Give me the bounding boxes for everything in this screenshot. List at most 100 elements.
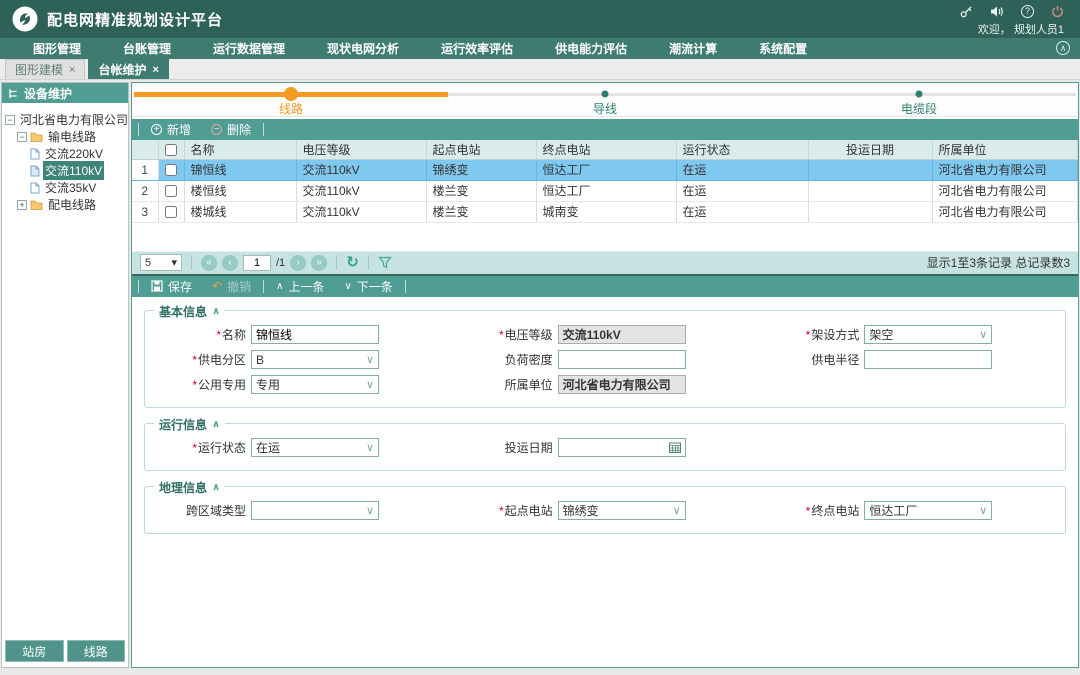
required-mark: * bbox=[192, 441, 197, 455]
save-button[interactable]: 保存 bbox=[141, 276, 202, 297]
field-erection: *架设方式 架空 ∨ bbox=[758, 325, 1065, 345]
table-row[interactable]: 3 楼城线 交流110kV 楼兰变 城南变 在运 河北省电力有限公司 bbox=[132, 201, 1078, 222]
field-load-density: 负荷密度 bbox=[452, 350, 759, 370]
col-name[interactable]: 名称 bbox=[184, 140, 296, 159]
tab-graphic-modeling[interactable]: 图形建模 × bbox=[5, 59, 85, 79]
collapse-section-icon[interactable]: ∧ bbox=[212, 306, 220, 317]
col-end-station[interactable]: 终点电站 bbox=[536, 140, 676, 159]
required-mark: * bbox=[499, 328, 504, 342]
col-org[interactable]: 所属单位 bbox=[932, 140, 1078, 159]
tab-ledger-maintenance[interactable]: 台帐维护 × bbox=[88, 59, 168, 79]
name-input[interactable] bbox=[251, 325, 379, 344]
required-mark: * bbox=[806, 504, 811, 518]
add-button[interactable]: + 新增 bbox=[141, 119, 201, 140]
close-icon[interactable]: × bbox=[69, 64, 75, 76]
chevron-down-icon: ∨ bbox=[673, 504, 681, 517]
collapse-section-icon[interactable]: ∧ bbox=[212, 419, 220, 430]
collapse-node-icon[interactable]: − bbox=[5, 115, 15, 125]
menu-item-ledger-mgmt[interactable]: 台账管理 bbox=[102, 40, 192, 57]
step-dot bbox=[284, 87, 298, 101]
key-icon[interactable] bbox=[960, 5, 973, 18]
tree-node-distribution-lines[interactable]: + 配电线路 bbox=[5, 196, 125, 213]
table-row[interactable]: 2 楼恒线 交流110kV 楼兰变 恒达工厂 在运 河北省电力有限公司 bbox=[132, 180, 1078, 201]
list-toolbar: + 新增 − 删除 bbox=[132, 119, 1078, 140]
main-panel: 线路 导线 电缆段 + 新增 bbox=[131, 82, 1079, 668]
menu-item-efficiency-eval[interactable]: 运行效率评估 bbox=[420, 40, 534, 57]
field-zone: *供电分区 B ∨ bbox=[145, 350, 452, 370]
public-private-select[interactable]: 专用 ∨ bbox=[251, 375, 379, 394]
close-icon[interactable]: × bbox=[152, 64, 158, 76]
volume-icon[interactable] bbox=[990, 5, 1004, 18]
page-number-input[interactable] bbox=[243, 255, 271, 271]
row-checkbox[interactable] bbox=[165, 185, 177, 197]
menu-item-graphic-mgmt[interactable]: 图形管理 bbox=[12, 40, 102, 57]
cross-region-select[interactable]: ∨ bbox=[251, 501, 379, 520]
save-icon bbox=[151, 280, 163, 292]
chevron-up-icon: ∧ bbox=[276, 281, 283, 292]
app-title: 配电网精准规划设计平台 bbox=[47, 9, 960, 30]
prev-record-button[interactable]: ∧ 上一条 bbox=[266, 276, 334, 297]
station-button[interactable]: 站房 bbox=[5, 640, 64, 662]
toolbar-divider bbox=[138, 280, 139, 293]
col-start-station[interactable]: 起点电站 bbox=[426, 140, 536, 159]
row-checkbox[interactable] bbox=[165, 206, 177, 218]
delete-button[interactable]: − 删除 bbox=[201, 119, 261, 140]
file-icon bbox=[30, 182, 40, 194]
erection-select[interactable]: 架空 ∨ bbox=[864, 325, 992, 344]
refresh-icon[interactable]: ↻ bbox=[346, 255, 359, 270]
col-commission-date[interactable]: 投运日期 bbox=[808, 140, 932, 159]
next-record-button[interactable]: ∨ 下一条 bbox=[334, 276, 402, 297]
row-checkbox[interactable] bbox=[165, 164, 177, 176]
menu-item-system-config[interactable]: 系统配置 bbox=[738, 40, 828, 57]
table-header-row: 名称 电压等级 起点电站 终点电站 运行状态 投运日期 所属单位 bbox=[132, 140, 1078, 159]
step-conductor[interactable]: 导线 bbox=[448, 83, 762, 116]
field-name: *名称 bbox=[145, 325, 452, 345]
section-title: 运行信息 ∧ bbox=[154, 416, 225, 433]
load-density-input[interactable] bbox=[558, 350, 686, 369]
radius-input[interactable] bbox=[864, 350, 992, 369]
tree-node-ac35kv[interactable]: 交流35kV bbox=[5, 179, 125, 196]
commission-date-input[interactable] bbox=[558, 438, 686, 457]
step-line[interactable]: 线路 bbox=[134, 83, 448, 116]
tree-node-transmission-lines[interactable]: − 输电线路 bbox=[5, 128, 125, 145]
last-page-button[interactable]: » bbox=[311, 255, 327, 271]
undo-button[interactable]: ↶ 撤销 bbox=[202, 276, 261, 297]
collapse-section-icon[interactable]: ∧ bbox=[212, 482, 220, 493]
filter-funnel-icon[interactable] bbox=[378, 256, 392, 269]
required-mark: * bbox=[499, 504, 504, 518]
line-button[interactable]: 线路 bbox=[67, 640, 126, 662]
help-icon[interactable]: ? bbox=[1021, 5, 1034, 18]
page-size-select[interactable]: 5 ▾ bbox=[140, 254, 182, 271]
status-select[interactable]: 在运 ∨ bbox=[251, 438, 379, 457]
first-page-button[interactable]: « bbox=[201, 255, 217, 271]
sidebar-title: 设备维护 bbox=[24, 85, 72, 102]
col-voltage[interactable]: 电压等级 bbox=[296, 140, 426, 159]
menu-item-capacity-eval[interactable]: 供电能力评估 bbox=[534, 40, 648, 57]
prev-page-button[interactable]: ‹ bbox=[222, 255, 238, 271]
chevron-down-icon: ∨ bbox=[979, 328, 987, 341]
menu-item-power-flow[interactable]: 潮流计算 bbox=[648, 40, 738, 57]
col-status[interactable]: 运行状态 bbox=[676, 140, 808, 159]
tree-node-company[interactable]: − 河北省电力有限公司 bbox=[5, 111, 125, 128]
collapse-menu-icon[interactable]: ∧ bbox=[1056, 41, 1070, 55]
menu-item-grid-analysis[interactable]: 现状电网分析 bbox=[306, 40, 420, 57]
power-icon[interactable] bbox=[1051, 5, 1064, 18]
expand-node-icon[interactable]: + bbox=[17, 200, 27, 210]
tree-node-ac220kv[interactable]: 交流220kV bbox=[5, 145, 125, 162]
zone-select[interactable]: B ∨ bbox=[251, 350, 379, 369]
tree-node-ac110kv[interactable]: 交流110kV bbox=[5, 162, 125, 179]
select-all-checkbox[interactable] bbox=[165, 144, 177, 156]
folder-icon bbox=[30, 199, 43, 210]
field-end-station: *终点电站 恒达工厂 ∨ bbox=[758, 501, 1065, 521]
sidebar: 设备维护 − 河北省电力有限公司 − 输电线路 bbox=[1, 82, 129, 668]
next-page-button[interactable]: › bbox=[290, 255, 306, 271]
file-icon bbox=[30, 148, 40, 160]
collapse-node-icon[interactable]: − bbox=[17, 132, 27, 142]
header-icons: ? bbox=[960, 5, 1070, 18]
table-row[interactable]: 1 锦恒线 交流110kV 锦绣变 恒达工厂 在运 河北省电力有限公司 bbox=[132, 159, 1078, 180]
start-station-select[interactable]: 锦绣变 ∨ bbox=[558, 501, 686, 520]
end-station-select[interactable]: 恒达工厂 ∨ bbox=[864, 501, 992, 520]
menu-item-operation-data[interactable]: 运行数据管理 bbox=[192, 40, 306, 57]
step-cable-segment[interactable]: 电缆段 bbox=[762, 83, 1076, 116]
pagination-bar: 5 ▾ « ‹ /1 › » ↻ 显示1至3条记录 总记录数3 bbox=[132, 251, 1078, 276]
